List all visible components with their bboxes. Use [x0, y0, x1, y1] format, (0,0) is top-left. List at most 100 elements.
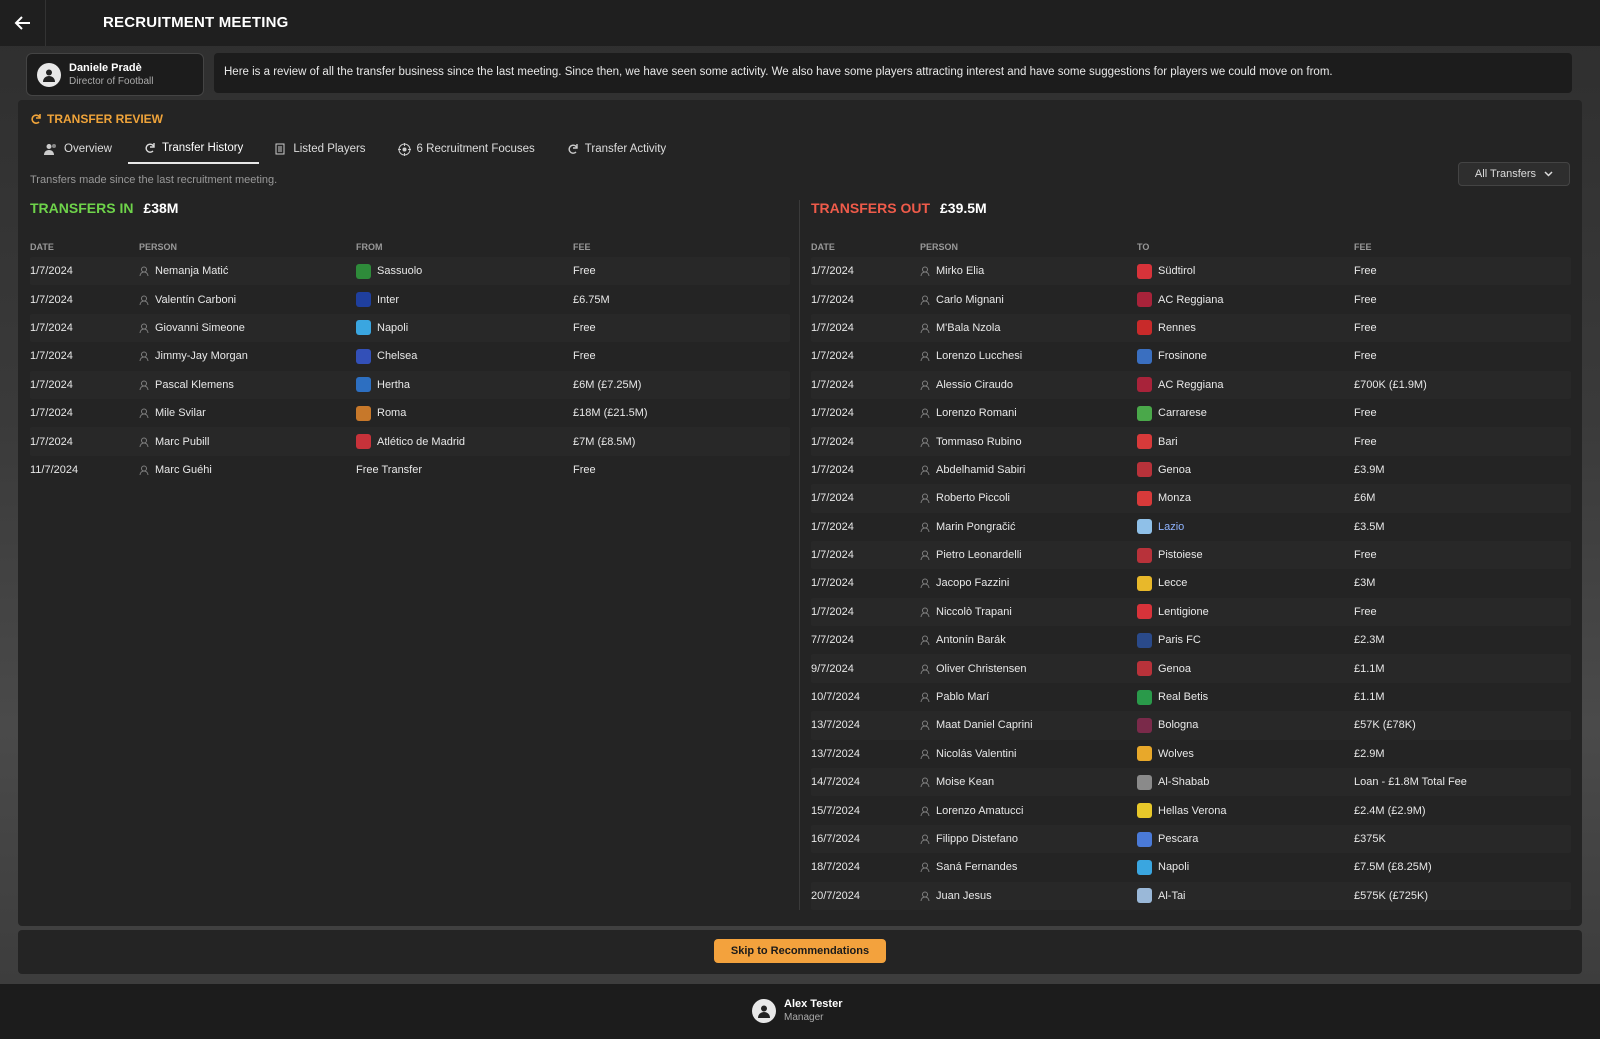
table-row[interactable]: 1/7/2024 Niccolò Trapani Lentigione Free [811, 597, 1571, 627]
transfer-person[interactable]: Filippo Distefano [920, 833, 1137, 845]
table-row[interactable]: 18/7/2024 Saná Fernandes Napoli £7.5M (£8.2… [811, 853, 1571, 882]
transfer-club[interactable]: Al-Shabab [1137, 774, 1354, 790]
table-row[interactable]: 1/7/2024 Jimmy-Jay Morgan Chelsea Free [30, 342, 790, 371]
tab-recruitment-focuses[interactable]: 6 Recruitment Focuses [382, 135, 551, 164]
transfer-person[interactable]: Pablo Marí [920, 691, 1137, 703]
transfer-club[interactable]: Real Betis [1137, 689, 1354, 705]
tab-transfer-activity[interactable]: Transfer Activity [551, 135, 682, 164]
transfer-club[interactable]: Genoa [1137, 661, 1354, 677]
transfer-person[interactable]: Mile Svilar [139, 407, 356, 419]
transfer-person[interactable]: Lorenzo Romani [920, 407, 1137, 419]
table-row[interactable]: 1/7/2024 Lorenzo Romani Carrarese Free [811, 398, 1571, 428]
transfer-club[interactable]: Atlético de Madrid [356, 434, 573, 450]
table-row[interactable]: 10/7/2024 Pablo Marí Real Betis £1.1M [811, 682, 1571, 712]
transfer-person[interactable]: Carlo Mignani [920, 294, 1137, 306]
transfer-club[interactable]: Südtirol [1137, 263, 1354, 279]
user-profile[interactable]: Alex Tester Manager [752, 998, 843, 1023]
table-row[interactable]: 1/7/2024 Pascal Klemens Hertha £6M (£7.25M) [30, 370, 790, 399]
transfer-person[interactable]: Marc Guéhi [139, 464, 356, 476]
transfer-club[interactable]: Carrarese [1137, 405, 1354, 421]
back-button[interactable] [0, 0, 46, 46]
transfer-club[interactable]: Free Transfer [356, 464, 573, 476]
tab-transfer-history[interactable]: Transfer History [127, 135, 260, 164]
table-row[interactable]: 1/7/2024 Mile Svilar Roma £18M (£21.5M) [30, 398, 790, 428]
table-row[interactable]: 1/7/2024 Nemanja Matić Sassuolo Free [30, 257, 790, 286]
table-row[interactable]: 1/7/2024 Mirko Elia Südtirol Free [811, 257, 1571, 286]
transfer-club[interactable]: Lazio [1137, 519, 1354, 535]
transfer-club[interactable]: Napoli [356, 320, 573, 336]
transfer-club[interactable]: Bologna [1137, 717, 1354, 733]
transfer-club[interactable]: Wolves [1137, 746, 1354, 762]
transfer-club[interactable]: Al-Tai [1137, 888, 1354, 904]
transfer-person[interactable]: Maat Daniel Caprini [920, 719, 1137, 731]
transfer-person[interactable]: Valentín Carboni [139, 294, 356, 306]
table-row[interactable]: 1/7/2024 Marc Pubill Atlético de Madrid £7M… [30, 427, 790, 456]
transfer-filter-dropdown[interactable]: All Transfers [1458, 162, 1570, 186]
table-row[interactable]: 1/7/2024 Roberto Piccoli Monza £6M [811, 484, 1571, 513]
transfer-club[interactable]: Hertha [356, 377, 573, 393]
transfer-person[interactable]: Nemanja Matić [139, 265, 356, 277]
transfer-person[interactable]: M'Bala Nzola [920, 322, 1137, 334]
column-header-date[interactable]: DATE [30, 242, 139, 252]
column-header-person[interactable]: PERSON [920, 242, 1137, 252]
column-header-from[interactable]: FROM [356, 242, 573, 252]
column-header-fee[interactable]: FEE [1354, 242, 1571, 252]
transfer-club[interactable]: Pescara [1137, 831, 1354, 847]
table-row[interactable]: 7/7/2024 Antonín Barák Paris FC £2.3M [811, 626, 1571, 655]
transfer-person[interactable]: Jacopo Fazzini [920, 577, 1137, 589]
transfer-person[interactable]: Mirko Elia [920, 265, 1137, 277]
table-row[interactable]: 1/7/2024 Alessio Ciraudo AC Reggiana £700K … [811, 370, 1571, 399]
table-row[interactable]: 9/7/2024 Oliver Christensen Genoa £1.1M [811, 654, 1571, 683]
transfer-person[interactable]: Moise Kean [920, 776, 1137, 788]
transfer-club[interactable]: AC Reggiana [1137, 292, 1354, 308]
transfer-person[interactable]: Tommaso Rubino [920, 436, 1137, 448]
transfer-person[interactable]: Nicolás Valentini [920, 748, 1137, 760]
transfer-person[interactable]: Marin Pongračić [920, 521, 1137, 533]
transfer-club[interactable]: Monza [1137, 490, 1354, 506]
tab-listed-players[interactable]: Listed Players [259, 135, 381, 164]
transfer-person[interactable]: Jimmy-Jay Morgan [139, 350, 356, 362]
table-row[interactable]: 1/7/2024 M'Bala Nzola Rennes Free [811, 313, 1571, 343]
transfer-person[interactable]: Oliver Christensen [920, 663, 1137, 675]
transfer-person[interactable]: Pietro Leonardelli [920, 549, 1137, 561]
transfer-person[interactable]: Antonín Barák [920, 634, 1137, 646]
table-row[interactable]: 14/7/2024 Moise Kean Al-Shabab Loan - £1.8M… [811, 768, 1571, 797]
column-header-person[interactable]: PERSON [139, 242, 356, 252]
table-row[interactable]: 1/7/2024 Carlo Mignani AC Reggiana Free [811, 285, 1571, 314]
table-row[interactable]: 1/7/2024 Marin Pongračić Lazio £3.5M [811, 512, 1571, 541]
speaker-card[interactable]: Daniele Pradè Director of Football [26, 53, 204, 96]
transfer-person[interactable]: Giovanni Simeone [139, 322, 356, 334]
column-header-to[interactable]: TO [1137, 242, 1354, 252]
transfer-club[interactable]: Sassuolo [356, 263, 573, 279]
transfer-club[interactable]: Chelsea [356, 348, 573, 364]
table-row[interactable]: 1/7/2024 Abdelhamid Sabiri Genoa £3.9M [811, 455, 1571, 485]
transfer-person[interactable]: Juan Jesus [920, 890, 1137, 902]
table-row[interactable]: 1/7/2024 Tommaso Rubino Bari Free [811, 427, 1571, 456]
table-row[interactable]: 16/7/2024 Filippo Distefano Pescara £375K [811, 824, 1571, 854]
transfer-club[interactable]: Bari [1137, 434, 1354, 450]
transfer-club[interactable]: Paris FC [1137, 632, 1354, 648]
transfer-club[interactable]: Hellas Verona [1137, 803, 1354, 819]
table-row[interactable]: 1/7/2024 Pietro Leonardelli Pistoiese Free [811, 540, 1571, 570]
transfer-club[interactable]: Lecce [1137, 575, 1354, 591]
transfer-person[interactable]: Lorenzo Lucchesi [920, 350, 1137, 362]
transfer-club[interactable]: Frosinone [1137, 348, 1354, 364]
table-row[interactable]: 1/7/2024 Valentín Carboni Inter £6.75M [30, 285, 790, 314]
column-header-fee[interactable]: FEE [573, 242, 790, 252]
table-row[interactable]: 13/7/2024 Maat Daniel Caprini Bologna £57K … [811, 711, 1571, 740]
transfer-person[interactable]: Alessio Ciraudo [920, 379, 1137, 391]
transfer-person[interactable]: Niccolò Trapani [920, 606, 1137, 618]
transfer-person[interactable]: Lorenzo Amatucci [920, 805, 1137, 817]
tab-overview[interactable]: Overview [28, 135, 128, 164]
skip-to-recommendations-button[interactable]: Skip to Recommendations [714, 939, 886, 963]
table-row[interactable]: 15/7/2024 Lorenzo Amatucci Hellas Verona £2… [811, 796, 1571, 825]
transfer-person[interactable]: Saná Fernandes [920, 861, 1137, 873]
transfer-club[interactable]: Genoa [1137, 462, 1354, 478]
table-row[interactable]: 1/7/2024 Lorenzo Lucchesi Frosinone Free [811, 342, 1571, 371]
table-row[interactable]: 11/7/2024 Marc Guéhi Free Transfer Free [30, 455, 790, 485]
transfer-club[interactable]: AC Reggiana [1137, 377, 1354, 393]
transfer-person[interactable]: Roberto Piccoli [920, 492, 1137, 504]
transfer-person[interactable]: Marc Pubill [139, 436, 356, 448]
table-row[interactable]: 1/7/2024 Giovanni Simeone Napoli Free [30, 313, 790, 343]
transfer-club[interactable]: Rennes [1137, 320, 1354, 336]
